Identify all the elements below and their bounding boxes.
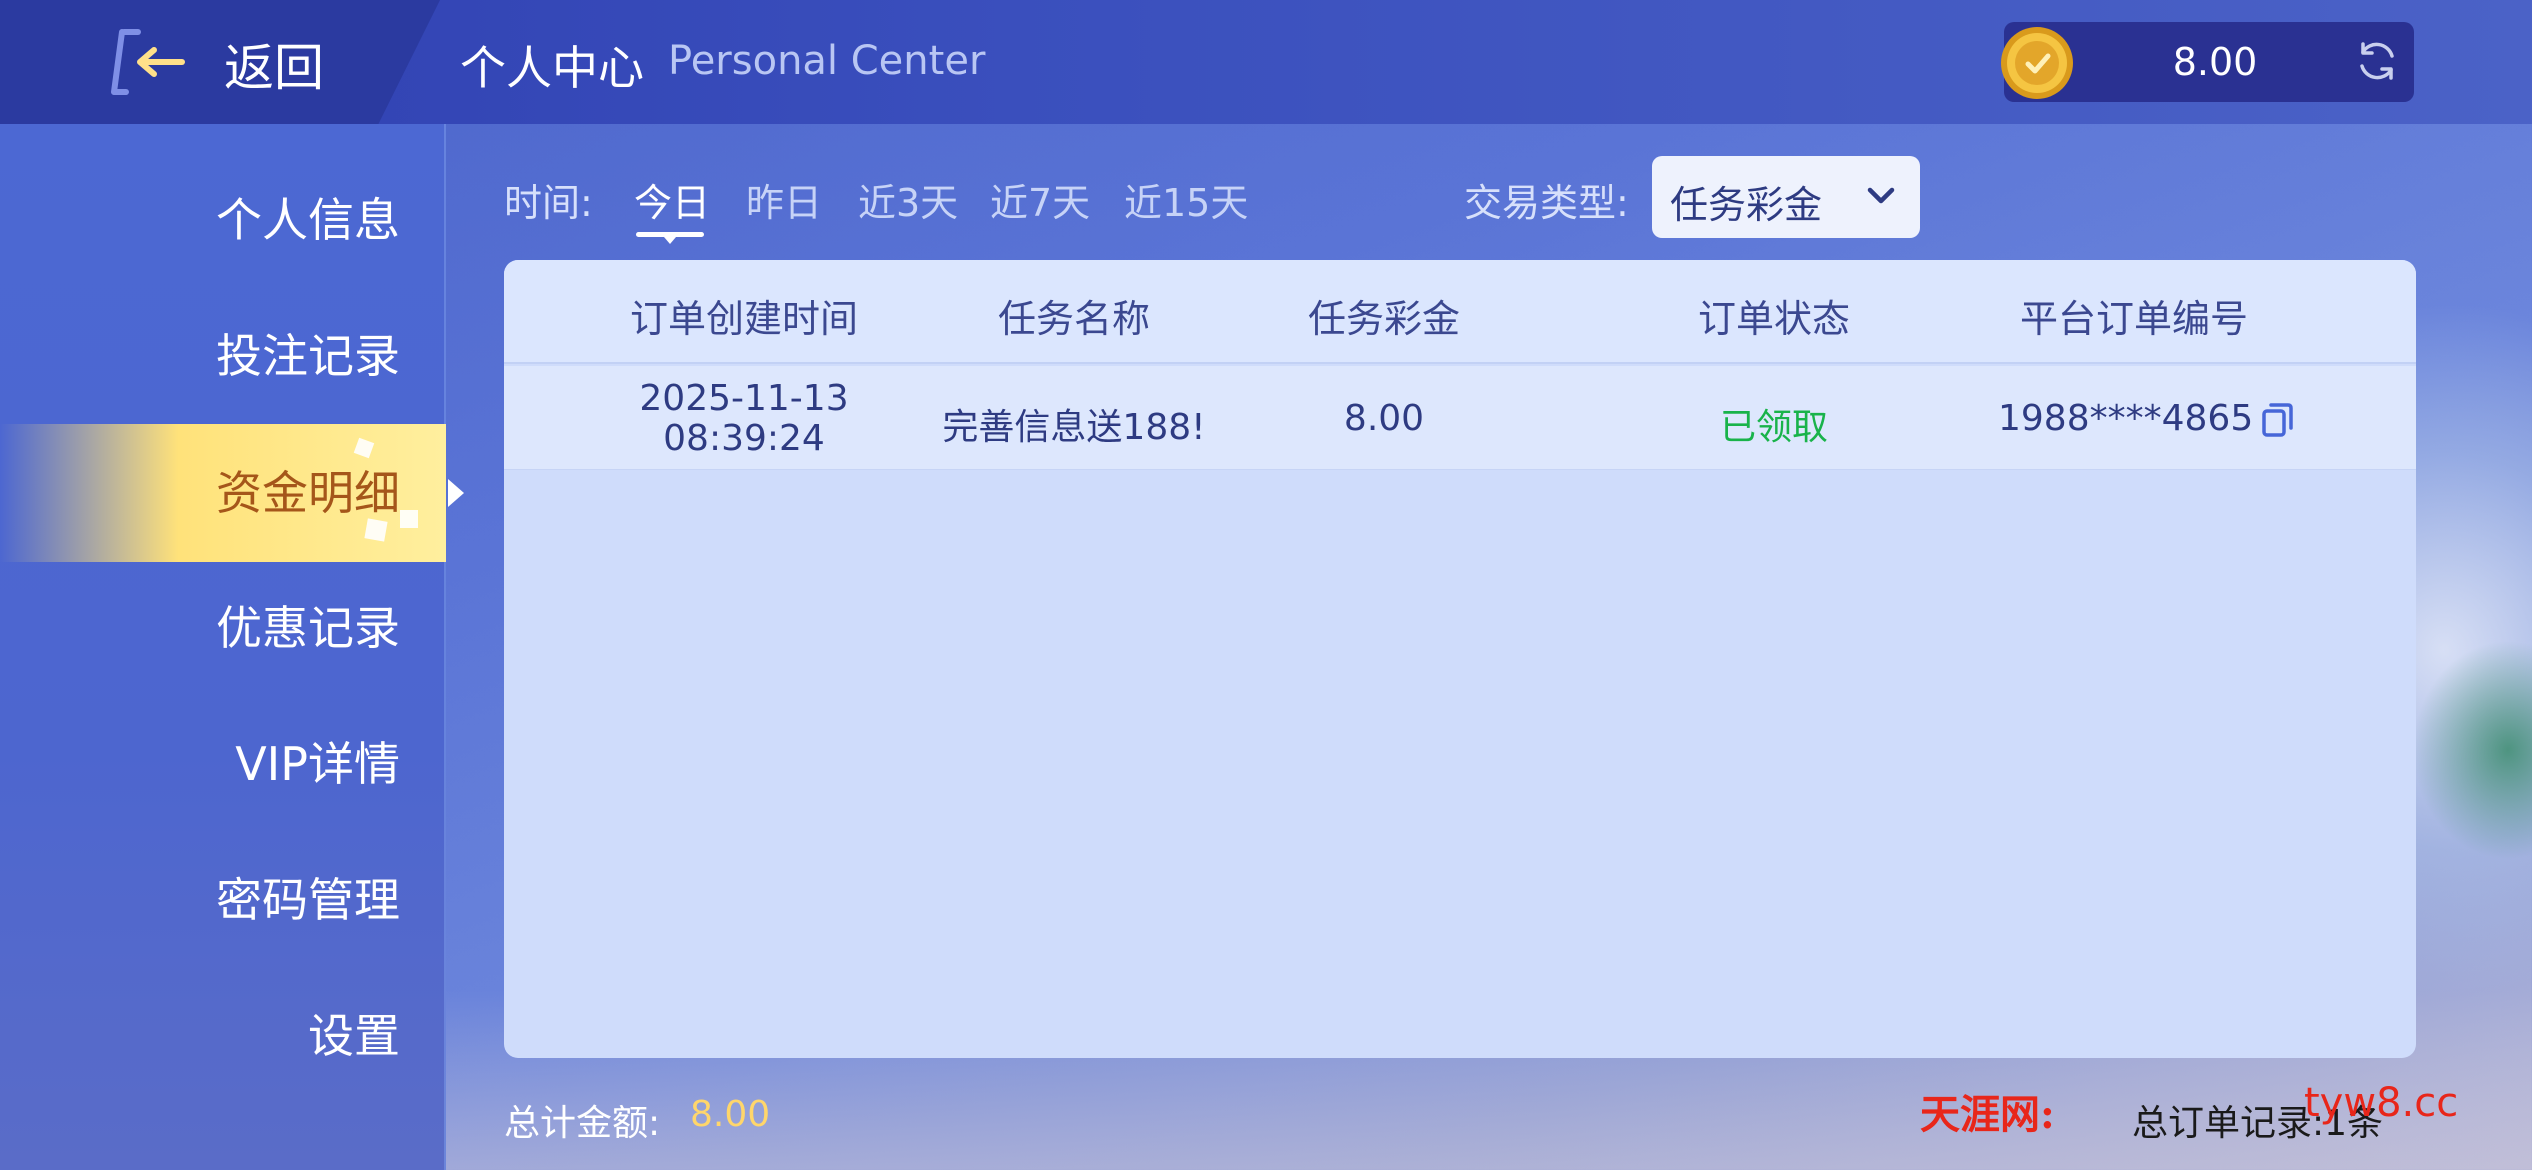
transaction-type-value: 任务彩金 [1670, 183, 1823, 227]
sidebar-item-password[interactable]: 密码管理 [0, 832, 446, 968]
sidebar-item-promo-records[interactable]: 优惠记录 [0, 560, 446, 696]
sidebar-item-personal-info[interactable]: 个人信息 [0, 152, 446, 288]
cell-order-status: 已领取 [1719, 407, 1828, 448]
active-indicator-arrow [448, 479, 464, 507]
active-tab-pointer [664, 237, 676, 244]
sidebar-item-label: 密码管理 [216, 873, 400, 927]
time-filter-label: 时间: [504, 181, 593, 225]
sidebar-item-label: 设置 [308, 1009, 400, 1063]
time-filter-today[interactable]: 今日 [634, 172, 710, 227]
page-title-en: Personal Center [668, 38, 986, 84]
sidebar-item-vip-details[interactable]: VIP详情 [0, 696, 446, 832]
sidebar-item-label: 优惠记录 [216, 601, 400, 655]
balance-value: 8.00 [2172, 40, 2258, 84]
coin-icon [2001, 27, 2073, 99]
total-amount-label: 总计金额: [504, 1103, 661, 1144]
transaction-type-label: 交易类型: [1464, 181, 1629, 225]
column-header-order-number: 平台订单编号 [2019, 297, 2248, 341]
time-filter-3days[interactable]: 近3天 [858, 172, 958, 227]
watermark-brand: 天涯网: [1920, 1091, 2055, 1138]
cell-created-date: 2025-11-13 [639, 378, 849, 419]
page-title: 个人中心 [460, 41, 644, 95]
back-button[interactable]: 返回 [0, 0, 440, 124]
column-header-task-name: 任务名称 [997, 297, 1150, 341]
sidebar-item-fund-details[interactable]: 资金明细 [0, 424, 446, 562]
cell-task-bonus: 8.00 [1343, 398, 1425, 439]
watermark-url: tyw8.cc [2304, 1080, 2459, 1126]
column-header-task-bonus: 任务彩金 [1307, 297, 1460, 341]
sidebar-item-label: 投注记录 [216, 329, 400, 383]
column-header-created-time: 订单创建时间 [629, 297, 858, 341]
table-row: 2025-11-13 08:39:24 完善信息送188! 8.00 已领取 1… [504, 366, 2416, 470]
background-decoration [2412, 640, 2532, 860]
back-label: 返回 [224, 39, 324, 97]
time-filter-7days[interactable]: 近7天 [990, 172, 1090, 227]
sidebar-item-label: 资金明细 [216, 466, 400, 520]
sparkle-decoration [400, 510, 418, 528]
sidebar-item-bet-records[interactable]: 投注记录 [0, 288, 446, 424]
back-arrow-icon [111, 29, 185, 95]
cell-order-number: 1988****4865 [1998, 398, 2254, 439]
column-header-order-status: 订单状态 [1697, 297, 1850, 341]
total-amount-value: 8.00 [690, 1094, 771, 1135]
sidebar-item-label: VIP详情 [235, 737, 400, 791]
sidebar-item-label: 个人信息 [216, 193, 400, 247]
chevron-down-icon [1867, 187, 1895, 204]
time-filter-yesterday[interactable]: 昨日 [746, 172, 822, 227]
refresh-icon[interactable] [2354, 38, 2400, 84]
cell-created-time: 08:39:24 [663, 418, 825, 459]
time-filter-15days[interactable]: 近15天 [1124, 172, 1248, 227]
top-header: 返回 个人中心 Personal Center 8.00 [0, 0, 2532, 124]
cell-task-name: 完善信息送188! [942, 407, 1206, 448]
table-header: 订单创建时间 任务名称 任务彩金 订单状态 平台订单编号 [504, 260, 2416, 364]
sparkle-decoration [364, 518, 388, 542]
records-table: 订单创建时间 任务名称 任务彩金 订单状态 平台订单编号 2025-11-13 … [504, 260, 2416, 1058]
copy-icon[interactable] [2260, 400, 2296, 440]
transaction-type-select[interactable]: 任务彩金 [1652, 156, 1920, 238]
sidebar-item-settings[interactable]: 设置 [0, 968, 446, 1104]
